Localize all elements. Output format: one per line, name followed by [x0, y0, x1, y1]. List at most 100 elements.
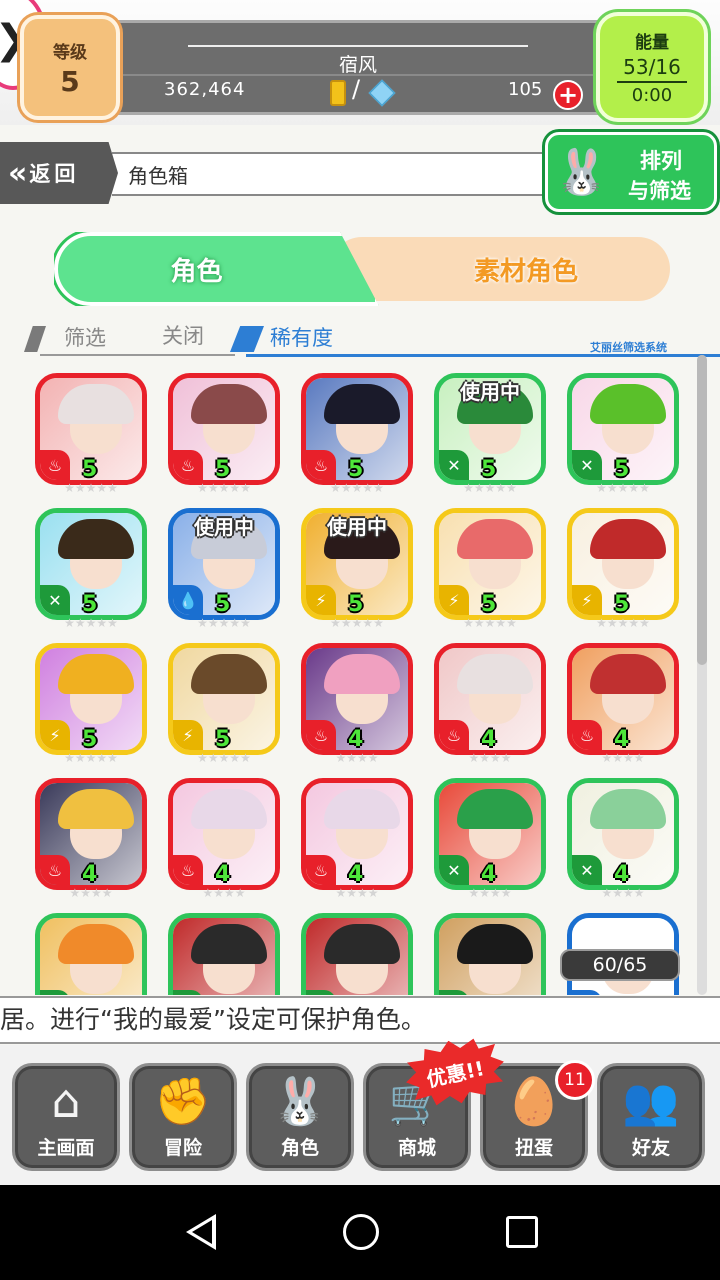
character-card[interactable]: ♨ 5 [301, 373, 413, 485]
rarity-stars: ★★★★★ [596, 481, 650, 495]
character-grid[interactable]: ♨ 5 ★★★★★ ♨ 5 ★★★★★ ♨ 5 ★★★★★ ✕ 5 使用中 ★★★★★ ✕ 5 ★★★★★ ✕ 5… [30, 370, 695, 995]
rarity-stars: ★★★★★ [197, 481, 251, 495]
gacha-notification-badge: 11 [555, 1060, 595, 1100]
level-label: 等级 [53, 42, 87, 63]
portrait-hair [457, 924, 533, 964]
rarity-stars: ★★★★ [69, 886, 113, 900]
nav-label: 角色 [280, 1137, 319, 1159]
portrait-hair [191, 924, 267, 964]
tab-material-characters[interactable]: 素材角色 [330, 237, 670, 301]
rarity-number: 4 [348, 727, 364, 752]
nav-button-1[interactable]: ✊ 冒险 [129, 1063, 237, 1171]
character-card[interactable]: ✕4 [434, 778, 546, 890]
character-card[interactable]: ✕4 [301, 913, 413, 995]
double-chevron-left-icon: « [8, 155, 28, 191]
rarity-number: 4 [348, 862, 364, 887]
nav-button-0[interactable]: ⌂ 主画面 [12, 1063, 120, 1171]
character-card[interactable]: ♨ 4 [567, 643, 679, 755]
character-card[interactable]: ♨ 4 [301, 643, 413, 755]
system-back-icon[interactable] [186, 1214, 216, 1250]
character-portrait [306, 918, 408, 995]
add-orbs-button[interactable]: + [553, 80, 583, 110]
character-card[interactable]: ✕ 5 使用中 [434, 373, 546, 485]
rarity-number: 4 [481, 862, 497, 887]
rarity-number: 4 [82, 862, 98, 887]
character-card[interactable]: ♨ 4 [168, 778, 280, 890]
wood-element-icon: ✕ [572, 855, 602, 885]
rarity-stars: ★★★★ [335, 886, 379, 900]
rarity-stars: ★★★★★ [463, 481, 517, 495]
system-home-icon[interactable] [343, 1214, 379, 1250]
in-use-label: 使用中 [460, 380, 520, 404]
back-button[interactable]: « 返回 [0, 142, 118, 204]
tab-characters[interactable]: 角色 [54, 232, 379, 306]
nav-label: 主画面 [37, 1137, 95, 1159]
character-card[interactable]: ✕ 5 [567, 373, 679, 485]
character-card[interactable]: ♨ 4 [35, 778, 147, 890]
currency-separator: / [352, 75, 361, 103]
character-card[interactable]: ♨ 4 [301, 778, 413, 890]
home-icon: ⌂ [51, 1074, 81, 1128]
character-card[interactable]: ✕4 [567, 778, 679, 890]
bottom-nav: ⌂ 主画面 ✊ 冒险 🐰 角色 🛒 商城 🥚 扭蛋 👥 好友 [0, 1045, 720, 1185]
nav-button-2[interactable]: 🐰 角色 [246, 1063, 354, 1171]
rarity-stars: ★★★★★ [330, 481, 384, 495]
divider [40, 354, 235, 356]
rarity-number: 4 [614, 862, 630, 887]
rarity-number: 5 [82, 592, 98, 617]
character-card[interactable]: ♨ 4 [434, 643, 546, 755]
character-card[interactable]: ✕4 [35, 913, 147, 995]
wood-element-icon: ✕ [40, 585, 70, 615]
rarity-number: 5 [215, 727, 231, 752]
orb-count: 105 [508, 79, 543, 100]
rarity-number: 4 [481, 727, 497, 752]
friends-icon: 👥 [622, 1074, 680, 1128]
rarity-stars: ★★★★★ [64, 751, 118, 765]
character-card[interactable]: ✕ 5 [35, 508, 147, 620]
character-card[interactable]: ⚡ 5 [168, 643, 280, 755]
divider [188, 45, 528, 47]
character-card[interactable]: ✕4 [168, 913, 280, 995]
portrait-hair [58, 924, 134, 964]
egg-icon: 🥚 [505, 1074, 563, 1128]
nav-button-5[interactable]: 👥 好友 [597, 1063, 705, 1171]
box-count: 60/65 [560, 949, 680, 981]
portrait-hair [324, 924, 400, 964]
rarity-number: 5 [614, 592, 630, 617]
portrait-hair [58, 384, 134, 424]
character-card[interactable]: ⚡ 5 [35, 643, 147, 755]
sort-filter-button[interactable]: 🐰 排列 与筛选 [545, 132, 717, 212]
filter-state[interactable]: 关闭 [162, 320, 204, 350]
scrollbar-thumb[interactable] [697, 355, 707, 665]
rarity-number: 4 [614, 727, 630, 752]
character-card[interactable]: ⚡ 5 [567, 508, 679, 620]
energy-panel[interactable]: 能量 53/16 0:00 [596, 12, 708, 122]
rarity-stars: ★★★★ [601, 886, 645, 900]
nav-label: 商城 [397, 1137, 436, 1159]
rarity-stars: ★★★★ [335, 751, 379, 765]
character-card[interactable]: ⚡ 5 [434, 508, 546, 620]
character-portrait [40, 918, 142, 995]
fire-element-icon: ♨ [306, 450, 336, 480]
fire-element-icon: ♨ [306, 855, 336, 885]
sort-rarity-label[interactable]: 稀有度 [270, 322, 333, 352]
rabbit-icon: 🐰 [554, 147, 609, 198]
rarity-number: 4 [215, 862, 231, 887]
light-element-icon: ⚡ [306, 585, 336, 615]
rarity-number: 5 [348, 457, 364, 482]
nav-label: 冒险 [163, 1137, 202, 1159]
page-title: 角色箱 [112, 152, 582, 196]
rarity-number: 5 [348, 592, 364, 617]
player-level: 等级 5 [20, 15, 120, 120]
character-card[interactable]: ♨ 5 [168, 373, 280, 485]
player-info-panel: 宿风 362,464 / 105 + [118, 20, 598, 115]
character-card[interactable]: ✕4 [434, 913, 546, 995]
character-card[interactable]: ⚡ 5 使用中 [301, 508, 413, 620]
character-card[interactable]: ♨ 5 [35, 373, 147, 485]
system-recents-icon[interactable] [506, 1216, 538, 1248]
character-card[interactable]: 💧 5 使用中 [168, 508, 280, 620]
rarity-stars: ★★★★★ [596, 616, 650, 630]
rarity-number: 5 [215, 592, 231, 617]
game-screen: 宿风 362,464 / 105 + ❯ 等级 5 能量 53/16 0:00 … [0, 0, 720, 1185]
filter-label[interactable]: 筛选 [64, 322, 106, 352]
